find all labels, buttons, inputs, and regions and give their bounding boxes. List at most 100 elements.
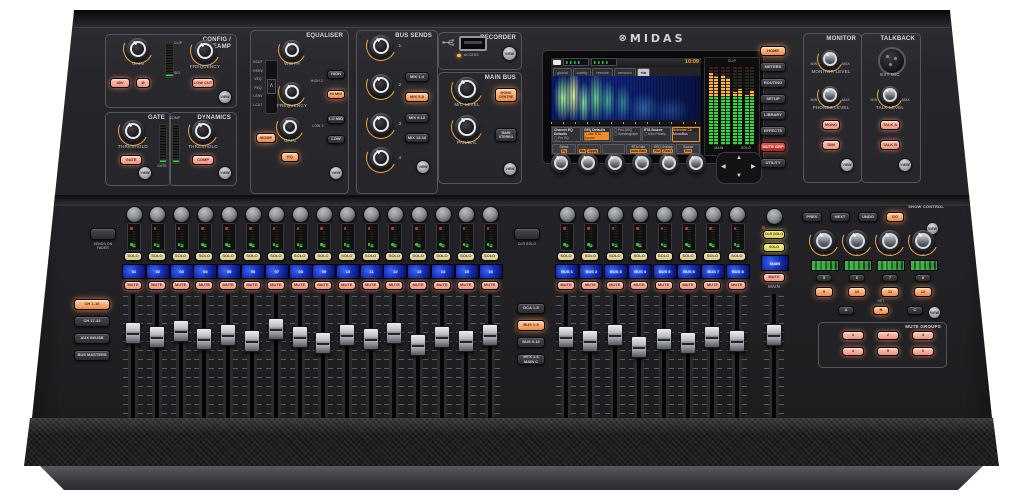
menu-button-effects[interactable]: EFFECTS [760, 126, 786, 136]
talk-b-button[interactable]: TALK B [880, 140, 900, 150]
navigation-pad[interactable]: ▲ ▼ ◀ ▶ [716, 152, 762, 184]
mono-centre-button[interactable]: MONO CENTRE [495, 88, 517, 102]
mute-group-4-button[interactable]: 4 [842, 347, 864, 356]
monitor-level-knob[interactable] [821, 50, 839, 68]
mute-button[interactable]: MUTE [409, 281, 427, 290]
arrow-down-icon[interactable]: ▼ [736, 173, 742, 179]
rta-option-group[interactable]: RTA SourceSolo Priority [642, 127, 671, 142]
comp-threshold-knob[interactable] [192, 120, 214, 142]
eq-view-button[interactable]: VIEW [329, 166, 343, 180]
mute-button[interactable]: MUTE [630, 281, 648, 290]
channel-fader[interactable] [455, 294, 477, 418]
group-bank-button[interactable]: DCA 1-8 [517, 303, 545, 314]
gate-threshold-knob[interactable] [122, 120, 144, 142]
mute-group-1-button[interactable]: 1 [842, 331, 864, 340]
bus-send-bank-button[interactable]: MIX 1-4 [405, 72, 429, 82]
input-bank-button[interactable]: AUX IN/USB [74, 333, 110, 344]
screen-tab-remote[interactable]: remote [592, 68, 612, 76]
solo-button[interactable]: SOLO [291, 252, 309, 261]
channel-encoder[interactable] [387, 206, 404, 223]
mute-group-3-button[interactable]: 3 [912, 331, 934, 340]
gate-view-button[interactable]: VIEW [138, 166, 152, 180]
mute-button[interactable]: MUTE [338, 281, 356, 290]
eq-band-himid-button[interactable]: HI MID [327, 90, 345, 99]
solo-button[interactable]: SOLO [679, 252, 697, 261]
channel-encoder[interactable] [435, 206, 452, 223]
mute-button[interactable]: MUTE [481, 281, 499, 290]
channel-encoder[interactable] [482, 206, 499, 223]
mute-button[interactable]: MUTE [172, 281, 190, 290]
screen-push-encoder-4[interactable] [632, 153, 652, 173]
pan-bal-knob[interactable] [455, 115, 479, 139]
channel-encoder[interactable] [316, 206, 333, 223]
channel-fader[interactable] [289, 294, 311, 418]
channel-fader[interactable] [241, 294, 263, 418]
show-control-undo-button[interactable]: UNDO [858, 212, 878, 222]
channel-encoder[interactable] [632, 206, 649, 223]
monitor-mono-button[interactable]: MONO [822, 120, 840, 130]
solo-button[interactable]: SOLO [655, 252, 673, 261]
solo-button[interactable]: SOLO [195, 252, 213, 261]
group-bank-button[interactable]: MTX 1-6 MAIN C [517, 354, 545, 365]
channel-fader[interactable] [479, 294, 501, 418]
channel-fader[interactable] [701, 294, 723, 418]
solo-button[interactable]: SOLO [581, 252, 599, 261]
mute-button[interactable]: MUTE [148, 281, 166, 290]
mute-button[interactable]: MUTE [243, 281, 261, 290]
channel-fader[interactable] [312, 294, 334, 418]
mute-button[interactable]: MUTE [362, 281, 380, 290]
channel-fader[interactable] [726, 294, 748, 418]
screen-tab-network[interactable]: network [614, 68, 636, 76]
screen-push-encoder-5[interactable] [659, 153, 679, 173]
channel-encoder[interactable] [197, 206, 214, 223]
channel-fader[interactable] [336, 294, 358, 418]
channel-fader[interactable] [431, 294, 453, 418]
mute-group-6-button[interactable]: 6 [912, 347, 934, 356]
channel-fader[interactable] [265, 294, 287, 418]
input-bank-button[interactable]: CH 17-32 [74, 316, 110, 327]
show-control-next-button[interactable]: NEXT [830, 212, 850, 222]
solo-button[interactable]: SOLO [630, 252, 648, 261]
channel-fader[interactable] [383, 294, 405, 418]
bus-send-bank-button[interactable]: MIX 9-12 [405, 113, 429, 123]
channel-encoder[interactable] [292, 206, 309, 223]
show-control-go-button[interactable]: GO [886, 212, 904, 222]
channel-encoder[interactable] [268, 206, 285, 223]
screen-push-encoder-1[interactable] [551, 153, 571, 173]
mute-group-5-button[interactable]: 5 [877, 347, 899, 356]
talk-a-button[interactable]: TALK A [880, 120, 900, 130]
solo-button[interactable]: SOLO [172, 252, 190, 261]
solo-button[interactable]: SOLO [148, 252, 166, 261]
bus-send-bank-button[interactable]: MIX 5-8 [405, 92, 429, 102]
solo-button[interactable]: SOLO [703, 252, 721, 261]
channel-encoder[interactable] [411, 206, 428, 223]
mute-button[interactable]: MUTE [195, 281, 213, 290]
mute-button[interactable]: MUTE [385, 281, 403, 290]
channel-encoder[interactable] [607, 206, 624, 223]
ext-mic-xlr-connector[interactable] [878, 47, 906, 75]
screen-tab-config[interactable]: config [573, 68, 592, 76]
eq-on-button[interactable]: EQ [281, 152, 299, 162]
eq-band-low-button[interactable]: LOW [327, 135, 345, 144]
input-bank-button[interactable]: CH 1-16 [74, 299, 110, 310]
gate-button[interactable]: GATE [120, 155, 142, 165]
channel-encoder[interactable] [149, 206, 166, 223]
assign-button-9[interactable]: 9 [815, 287, 833, 297]
phase-button[interactable]: Ø [136, 78, 150, 88]
dynamics-view-button[interactable]: VIEW [218, 166, 232, 180]
channel-fader[interactable] [604, 294, 626, 418]
assign-encoder-1[interactable] [813, 230, 835, 252]
comp-button[interactable]: COMP [192, 155, 214, 165]
assign-button-11[interactable]: 11 [881, 287, 899, 297]
channel-encoder[interactable] [245, 206, 262, 223]
preamp-view-button[interactable]: VIEW [218, 90, 232, 104]
mute-button[interactable]: MUTE [728, 281, 746, 290]
mute-button[interactable]: MUTE [124, 281, 142, 290]
solo-button[interactable]: SOLO [267, 252, 285, 261]
bus-send-knob-4[interactable] [370, 147, 392, 169]
channel-encoder[interactable] [221, 206, 238, 223]
mute-button[interactable]: MUTE [557, 281, 575, 290]
monitor-view-button[interactable]: VIEW [840, 158, 854, 172]
mute-button[interactable]: MUTE [655, 281, 673, 290]
recorder-view-button[interactable]: VIEW [502, 46, 517, 61]
